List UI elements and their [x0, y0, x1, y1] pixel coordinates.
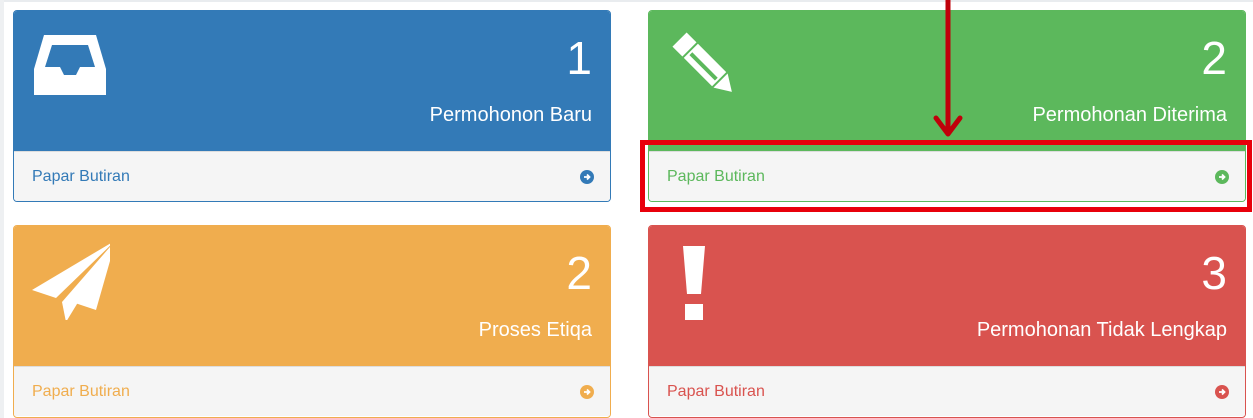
left-divider [0, 0, 4, 418]
view-details-label: Papar Butiran [32, 167, 130, 185]
panel-count: 3 [1201, 247, 1227, 299]
arrow-circle-right-icon [580, 384, 594, 399]
panel-permohonan-tidak-lengkap: 3 Permohonan Tidak Lengkap Papar Butiran [648, 225, 1246, 418]
panel-count: 2 [566, 247, 592, 299]
view-details-label: Papar Butiran [32, 382, 130, 400]
inbox-icon [34, 35, 106, 95]
panel-count: 2 [1201, 32, 1227, 84]
paper-plane-icon [32, 243, 110, 320]
highlight-box [640, 140, 1252, 212]
arrow-circle-right-icon [1215, 384, 1229, 399]
pencil-icon [672, 32, 732, 92]
view-details-label: Papar Butiran [667, 382, 765, 400]
view-details-link[interactable]: Papar Butiran [14, 151, 610, 201]
panel-heading: 2 Proses Etiqa [14, 226, 610, 366]
panel-title: Proses Etiqa [478, 319, 592, 341]
panel-heading: 3 Permohonan Tidak Lengkap [649, 226, 1245, 366]
arrow-circle-right-icon [580, 169, 594, 184]
panel-count: 1 [566, 32, 592, 84]
top-divider [0, 0, 1253, 2]
view-details-link[interactable]: Papar Butiran [14, 366, 610, 416]
pointer-arrow-icon [933, 0, 963, 137]
panel-title: Permohonon Baru [429, 104, 592, 126]
view-details-link[interactable]: Papar Butiran [649, 366, 1245, 416]
panel-heading: 1 Permohonon Baru [14, 11, 610, 151]
panel-permohonan-baru: 1 Permohonon Baru Papar Butiran [13, 10, 611, 202]
panel-title: Permohonan Tidak Lengkap [976, 319, 1227, 341]
panel-proses-etiqa: 2 Proses Etiqa Papar Butiran [13, 225, 611, 418]
exclamation-icon [683, 246, 705, 320]
panel-title: Permohonan Diterima [1032, 104, 1227, 126]
